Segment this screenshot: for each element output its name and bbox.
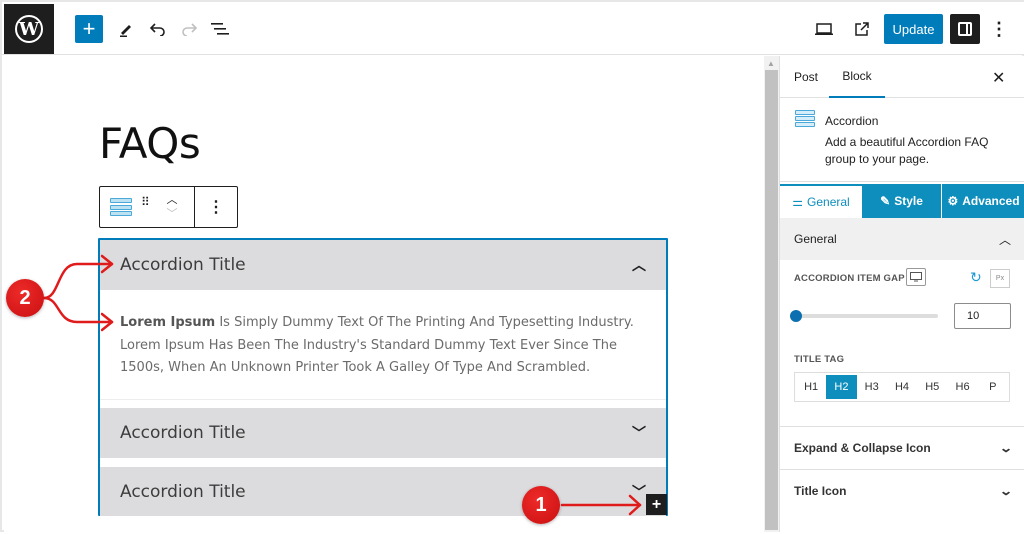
settings-sidebar: Post Block ✕ Accordion Add a beautiful A… — [779, 56, 1024, 532]
undo-button[interactable] — [147, 15, 169, 43]
title-tag-option-h6[interactable]: H6 — [947, 375, 977, 399]
block-toolbar: ⠿ ︿ ﹀ ⋮ — [99, 186, 238, 228]
preview-button[interactable] — [812, 15, 836, 43]
block-toolbar-group: ⠿ ︿ ﹀ — [100, 187, 195, 227]
accordion-item: Accordion Title ︿ Lorem Ipsum Is Simply … — [100, 240, 666, 400]
block-mover: ︿ ﹀ — [164, 193, 180, 223]
expand-collapse-icon-section[interactable]: Expand & Collapse Icon ⌄ — [780, 427, 1024, 469]
title-tag-option-h3[interactable]: H3 — [857, 375, 887, 399]
content-bold-text: Lorem Ipsum — [120, 315, 216, 330]
move-up-icon[interactable]: ︿ — [167, 193, 178, 207]
accordion-block[interactable]: Accordion Title ︿ Lorem Ipsum Is Simply … — [98, 238, 668, 516]
desktop-icon — [910, 272, 922, 282]
title-tag-option-h1[interactable]: H1 — [796, 375, 826, 399]
accordion-item-title[interactable]: Accordion Title — [120, 255, 246, 275]
desktop-preview-icon — [815, 23, 833, 35]
block-description: Add a beautiful Accordion FAQ group to y… — [825, 135, 989, 166]
accordion-item-header[interactable]: Accordion Title ﹀ — [100, 467, 666, 516]
editor-top-bar: W + Update ⋮ — [2, 2, 1024, 55]
item-gap-input[interactable]: 10 — [954, 303, 1011, 329]
gear-icon: ⚙ — [947, 194, 959, 208]
title-tag-option-h2[interactable]: H2 — [826, 375, 857, 399]
page-title[interactable]: FAQs — [99, 119, 201, 168]
sidebar-tabs: Post Block ✕ — [780, 56, 1024, 98]
responsive-device-icon[interactable] — [906, 268, 926, 286]
accordion-item-header[interactable]: Accordion Title ﹀ — [100, 408, 666, 458]
chevron-up-icon[interactable]: ︿ — [632, 255, 646, 275]
move-down-icon[interactable]: ﹀ — [167, 207, 178, 221]
close-icon[interactable]: ✕ — [992, 68, 1005, 88]
title-tag-option-h4[interactable]: H4 — [887, 375, 917, 399]
more-vertical-icon: ⋮ — [990, 18, 1008, 39]
title-tag-option-h5[interactable]: H5 — [917, 375, 947, 399]
chevron-down-icon: ⌄ — [998, 441, 1014, 455]
title-tag-label: TITLE TAG — [794, 354, 845, 365]
panel-tabs: ⚌ General ✎ Style ⚙ Advanced — [780, 184, 1024, 218]
item-gap-label: ACCORDION ITEM GAP — [794, 273, 905, 284]
redo-button[interactable] — [178, 15, 200, 43]
canvas-scrollbar[interactable]: ▲ — [764, 56, 779, 532]
sidebar-panel-icon — [958, 22, 972, 36]
sliders-icon: ⚌ — [792, 195, 804, 209]
update-button[interactable]: Update — [884, 14, 943, 44]
title-tag-option-p[interactable]: P — [978, 375, 1008, 399]
wordpress-logo-button[interactable]: W — [4, 4, 54, 54]
item-gap-slider[interactable] — [790, 310, 938, 322]
accordion-item-title[interactable]: Accordion Title — [120, 423, 246, 443]
unit-selector[interactable]: Px — [990, 269, 1010, 288]
section-title: Title Icon — [794, 484, 847, 498]
block-options-button[interactable]: ⋮ — [195, 187, 237, 227]
tab-post[interactable]: Post — [794, 56, 818, 98]
tab-advanced-label: Advanced — [962, 194, 1020, 208]
accordion-item: Accordion Title ﹀ — [100, 467, 666, 516]
editor-window: W + Update ⋮ ▲ FAQs ⠿ ︿ ﹀ ⋮ Accordion Ti… — [0, 0, 1024, 532]
accordion-block-icon — [795, 110, 815, 130]
wordpress-icon: W — [15, 15, 43, 43]
tab-general[interactable]: ⚌ General — [780, 184, 862, 218]
accordion-item-title[interactable]: Accordion Title — [120, 482, 246, 502]
drag-handle-icon[interactable]: ⠿ — [141, 196, 150, 208]
tab-style-label: Style — [894, 194, 923, 208]
section-title: General — [794, 232, 837, 246]
title-icon-section[interactable]: Title Icon ⌄ — [780, 470, 1024, 512]
accordion-item: Accordion Title ﹀ — [100, 408, 666, 458]
tab-style[interactable]: ✎ Style — [862, 184, 942, 218]
accordion-item-content[interactable]: Lorem Ipsum Is Simply Dummy Text Of The … — [100, 290, 666, 400]
settings-toggle-button[interactable] — [950, 14, 980, 44]
pencil-icon — [120, 25, 131, 37]
tab-general-label: General — [807, 195, 850, 209]
list-view-icon — [211, 23, 229, 35]
general-section-header[interactable]: General ︿ — [780, 218, 1024, 260]
title-tag-selector: H1 H2 H3 H4 H5 H6 P — [794, 372, 1010, 402]
redo-icon — [182, 23, 197, 36]
reset-icon[interactable]: ↻ — [970, 269, 982, 286]
accordion-item-header[interactable]: Accordion Title ︿ — [100, 240, 666, 290]
chevron-down-icon: ⌄ — [998, 484, 1014, 498]
chevron-down-icon[interactable]: ﹀ — [632, 423, 646, 443]
annotation-badge-2: 2 — [6, 279, 44, 317]
scroll-up-arrow-icon[interactable]: ▲ — [766, 60, 776, 68]
tools-button[interactable] — [115, 15, 137, 43]
undo-icon — [150, 23, 165, 36]
block-card: Accordion Add a beautiful Accordion FAQ … — [780, 98, 1024, 182]
annotation-badge-1: 1 — [522, 486, 560, 524]
external-link-icon — [855, 22, 869, 36]
edit-icon: ✎ — [880, 194, 891, 208]
list-view-button[interactable] — [208, 15, 232, 43]
add-block-button[interactable]: + — [75, 15, 103, 43]
view-post-button[interactable] — [850, 15, 874, 43]
tab-advanced[interactable]: ⚙ Advanced — [942, 184, 1024, 218]
accordion-block-icon[interactable] — [110, 198, 132, 218]
block-name: Accordion — [825, 114, 879, 128]
options-menu-button[interactable]: ⋮ — [990, 15, 1008, 43]
chevron-down-icon[interactable]: ﹀ — [632, 482, 646, 502]
scrollbar-thumb[interactable] — [765, 70, 778, 530]
add-item-button[interactable]: + — [646, 494, 667, 515]
slider-thumb[interactable] — [790, 310, 802, 322]
chevron-up-icon: ︿ — [998, 232, 1011, 247]
section-title: Expand & Collapse Icon — [794, 441, 931, 455]
tab-block[interactable]: Block — [829, 56, 885, 98]
